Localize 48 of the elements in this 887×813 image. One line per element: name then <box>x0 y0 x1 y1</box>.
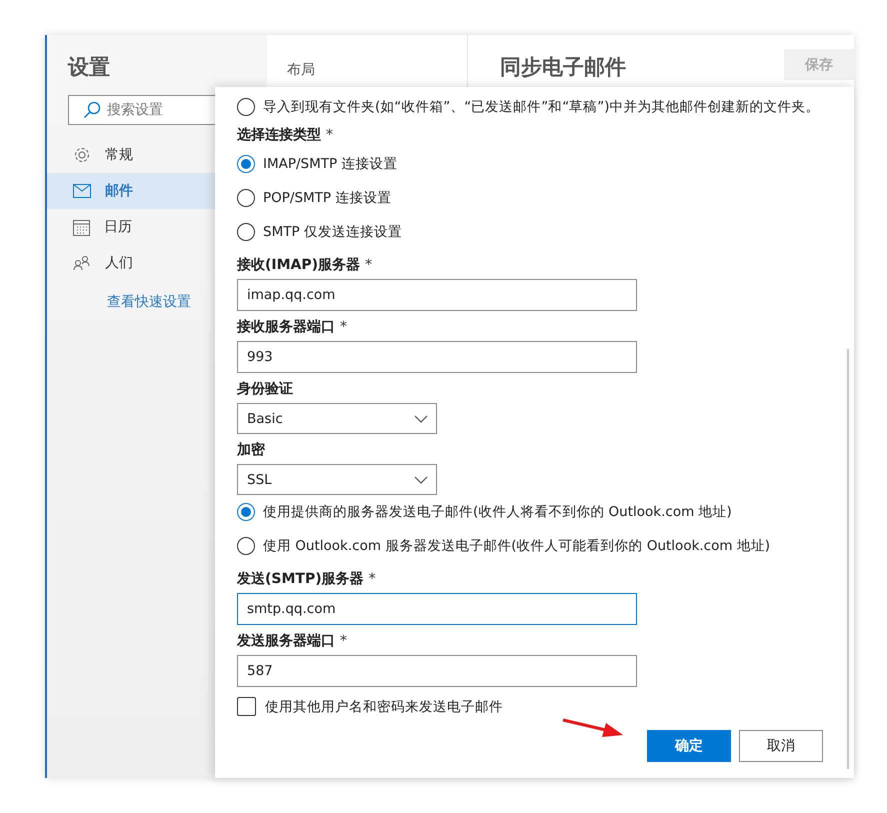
scrollbar[interactable] <box>847 349 849 769</box>
dropdown[interactable]: SSL <box>237 464 437 495</box>
radio-button[interactable] <box>237 98 255 116</box>
required-mark: * <box>368 571 376 587</box>
envelope-icon <box>73 184 91 198</box>
category-item[interactable]: 布局 <box>267 61 467 79</box>
option-label: 使用提供商的服务器发送电子邮件(收件人将看不到你的 Outlook.com 地址) <box>263 503 732 521</box>
option-label: 导入到现有文件夹(如“收件箱”、“已发送邮件”和“草稿”)中并为其他邮件创建新的文件夹。 <box>263 98 820 116</box>
radio-button[interactable] <box>237 189 255 207</box>
cancel-button[interactable]: 取消 <box>739 730 823 762</box>
radio-option[interactable]: SMTP 仅发送连接设置 <box>237 215 854 249</box>
field-label: 身份验证 <box>237 380 293 398</box>
people-icon <box>73 255 91 271</box>
annotation-arrow <box>562 717 624 739</box>
gear-icon <box>73 146 91 164</box>
settings-title: 设置 <box>66 54 111 81</box>
required-mark: * <box>365 257 372 273</box>
option-label: 使用 Outlook.com 服务器发送电子邮件(收件人可能看到你的 Outlook.com 地址) <box>263 537 770 555</box>
chevron-down-icon <box>414 476 428 484</box>
input-field[interactable]: smtp.qq.com <box>237 593 637 625</box>
field-label: 发送(SMTP)服务器 <box>237 570 364 588</box>
input-field[interactable]: imap.qq.com <box>237 279 637 311</box>
radio-button[interactable] <box>237 537 255 555</box>
search-icon <box>83 101 101 119</box>
ok-button[interactable]: 确定 <box>647 730 731 762</box>
option-label: IMAP/SMTP 连接设置 <box>263 155 398 173</box>
required-mark: * <box>340 319 347 335</box>
field-label: 发送服务器端口 <box>237 632 335 650</box>
checkbox[interactable] <box>237 697 256 716</box>
required-mark: * <box>326 127 333 143</box>
field-label: 选择连接类型 <box>237 126 321 144</box>
required-mark: * <box>340 633 347 649</box>
field-label: 接收(IMAP)服务器 <box>237 256 360 274</box>
checkbox-label: 使用其他用户名和密码来发送电子邮件 <box>265 698 503 716</box>
input-field[interactable]: 993 <box>237 341 637 373</box>
radio-option[interactable]: 使用提供商的服务器发送电子邮件(收件人将看不到你的 Outlook.com 地址) <box>237 495 854 529</box>
dropdown[interactable]: Basic <box>237 403 437 434</box>
radio-button[interactable] <box>237 503 255 521</box>
radio-option[interactable]: 使用 Outlook.com 服务器发送电子邮件(收件人可能看到你的 Outlook.com 地址) <box>237 529 854 563</box>
field-label: 加密 <box>237 441 265 459</box>
calendar-icon <box>73 218 90 236</box>
radio-button[interactable] <box>237 223 255 241</box>
radio-button[interactable] <box>237 155 255 173</box>
page-title: 同步电子邮件 <box>500 54 626 81</box>
input-field[interactable]: 587 <box>237 655 637 687</box>
field-label: 接收服务器端口 <box>237 318 335 336</box>
option-label: SMTP 仅发送连接设置 <box>263 223 402 241</box>
chevron-down-icon <box>414 414 428 422</box>
